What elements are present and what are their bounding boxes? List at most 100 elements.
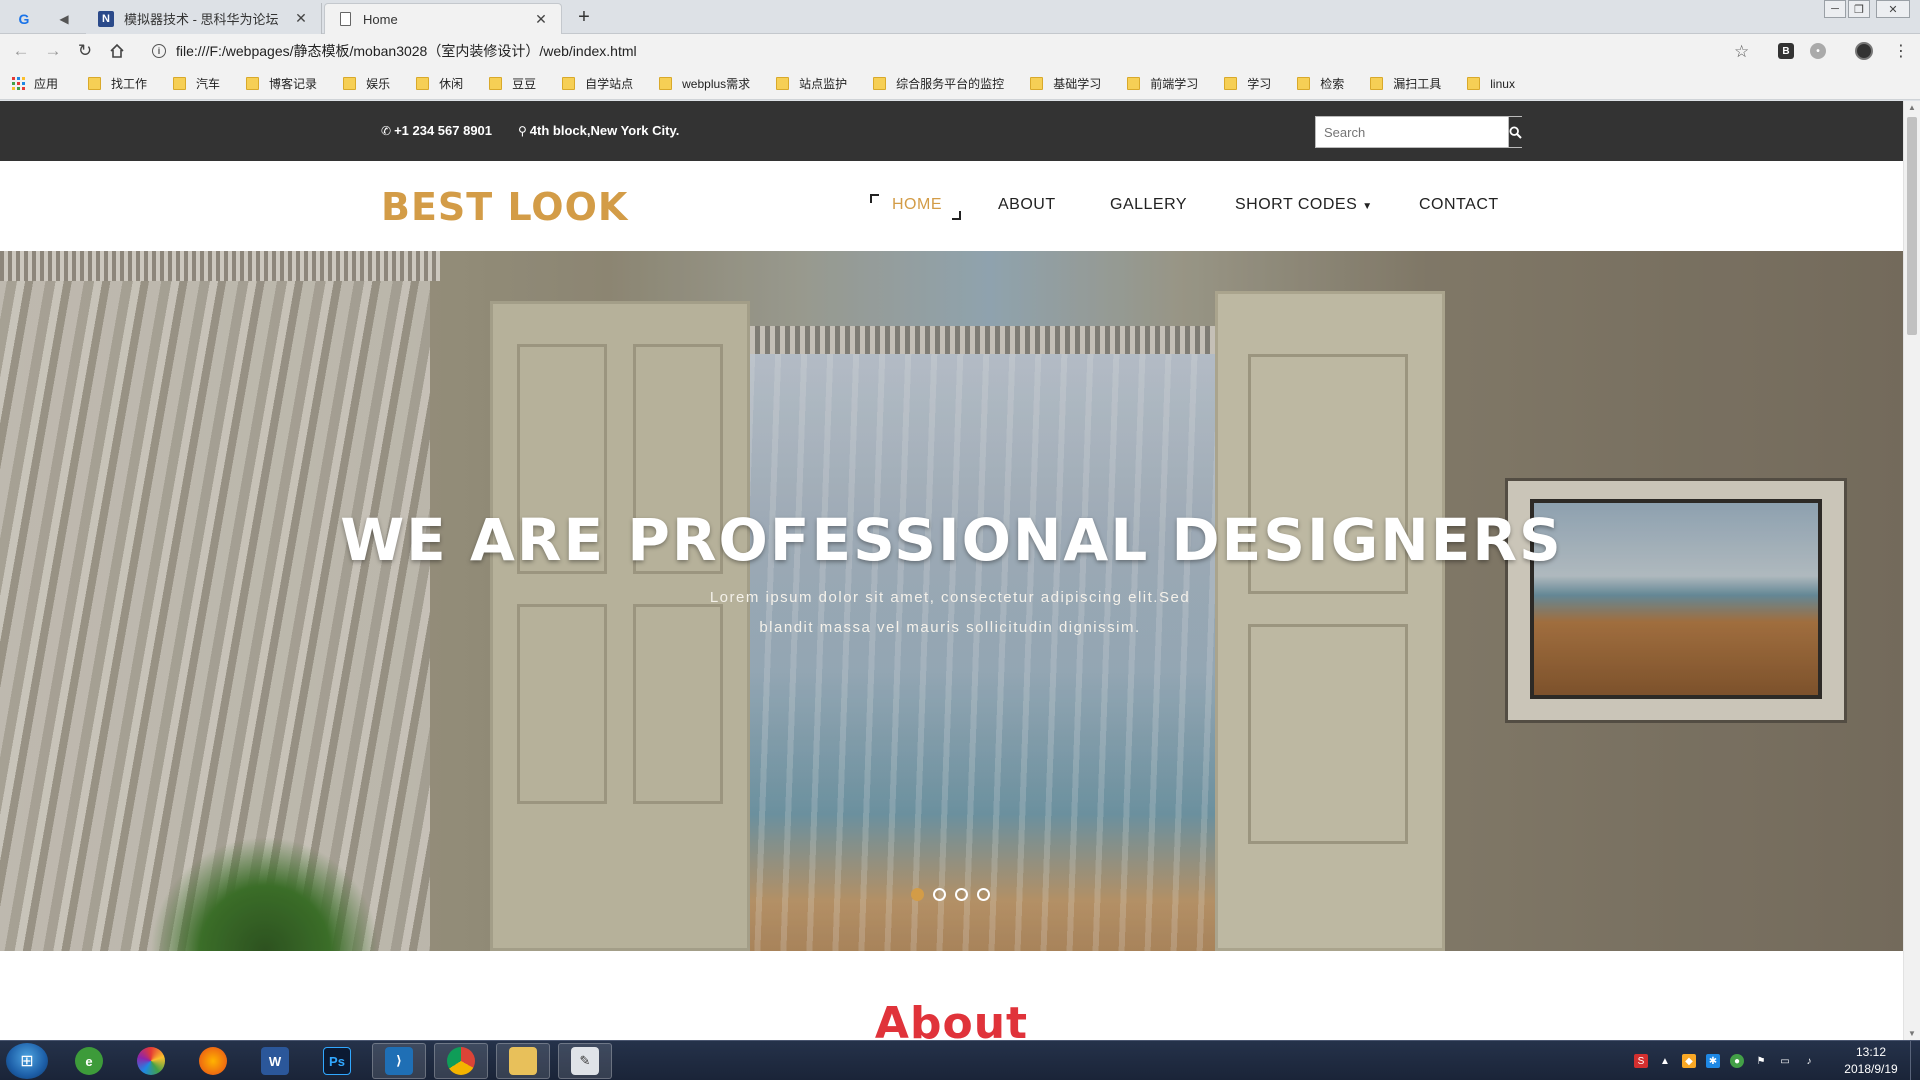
- menu-icon[interactable]: ⋮: [1893, 41, 1909, 61]
- nav-about[interactable]: ABOUT: [998, 196, 1056, 214]
- scroll-up-icon[interactable]: ▲: [1908, 103, 1916, 112]
- taskbar-app[interactable]: [496, 1043, 550, 1079]
- bookmark-label: 找工作: [111, 77, 148, 91]
- extension-icon[interactable]: •: [1810, 43, 1826, 59]
- taskbar-app[interactable]: W: [248, 1043, 302, 1079]
- bookmark-folder[interactable]: 汽车: [173, 75, 220, 92]
- slider-dot[interactable]: [933, 888, 946, 901]
- slider-dot[interactable]: [955, 888, 968, 901]
- slider-dot[interactable]: [911, 888, 924, 901]
- bookmark-label: 漏扫工具: [1393, 77, 1442, 91]
- home-icon: [110, 43, 124, 58]
- network-icon[interactable]: ▭: [1778, 1054, 1792, 1068]
- taskbar-app[interactable]: ⟩: [372, 1043, 426, 1079]
- page-scrollbar[interactable]: ▲ ▼: [1903, 101, 1920, 1040]
- bookmark-label: 应用: [34, 77, 59, 91]
- taskbar-app[interactable]: ✎: [558, 1043, 612, 1079]
- pinned-tab-audio[interactable]: ◀: [46, 4, 82, 34]
- scroll-down-icon[interactable]: ▼: [1908, 1029, 1916, 1038]
- folder-icon: [1127, 77, 1141, 90]
- nav-home[interactable]: HOME: [892, 196, 942, 214]
- taskbar-app[interactable]: [124, 1043, 178, 1079]
- bookmark-apps[interactable]: 应用: [12, 75, 58, 92]
- start-button[interactable]: ⊞: [6, 1043, 48, 1079]
- bookmark-folder[interactable]: 博客记录: [246, 75, 317, 92]
- folder-icon: [562, 77, 576, 90]
- show-desktop-button[interactable]: [1910, 1041, 1920, 1080]
- bookmark-folder[interactable]: 基础学习: [1030, 75, 1101, 92]
- scroll-thumb[interactable]: [1907, 117, 1917, 335]
- about-heading: About: [874, 998, 1029, 1040]
- new-tab-button[interactable]: +: [570, 5, 598, 29]
- extension-icon[interactable]: B: [1778, 43, 1794, 59]
- taskbar-app[interactable]: e: [62, 1043, 116, 1079]
- bookmark-folder[interactable]: 前端学习: [1127, 75, 1198, 92]
- profile-avatar[interactable]: [1855, 42, 1873, 60]
- taskbar-clock[interactable]: 13:12 2018/9/19: [1836, 1044, 1906, 1078]
- folder-icon: [246, 77, 260, 90]
- minimize-button[interactable]: ─: [1824, 0, 1846, 18]
- active-nav-corner: [870, 194, 879, 203]
- bookmark-label: 博客记录: [269, 77, 318, 91]
- browser-tab-strip: G ◀ N 模拟器技术 - 思科华为论坛 ✕ Home ✕ + ─ ❐ ✕: [0, 0, 1920, 34]
- bookmark-label: 站点监护: [799, 77, 848, 91]
- bookmark-folder[interactable]: 找工作: [88, 75, 147, 92]
- taskbar-app[interactable]: [186, 1043, 240, 1079]
- action-center-icon[interactable]: ⚑: [1754, 1054, 1768, 1068]
- nav-gallery[interactable]: GALLERY: [1110, 196, 1187, 214]
- tray-expand-icon[interactable]: ▲: [1658, 1054, 1672, 1068]
- paint-icon: ✎: [571, 1047, 599, 1075]
- bookmark-folder[interactable]: 站点监护: [776, 75, 847, 92]
- bookmark-folder[interactable]: webplus需求: [659, 75, 750, 92]
- chrome-icon: [447, 1047, 475, 1075]
- taskbar-app[interactable]: [434, 1043, 488, 1079]
- folder-icon: [1224, 77, 1238, 90]
- wechat-icon[interactable]: ●: [1730, 1054, 1744, 1068]
- tab-forum[interactable]: N 模拟器技术 - 思科华为论坛 ✕: [86, 3, 322, 34]
- bookmark-folder[interactable]: 豆豆: [489, 75, 536, 92]
- forward-button[interactable]: →: [40, 39, 66, 63]
- volume-icon[interactable]: ♪: [1802, 1054, 1816, 1068]
- taskbar-app[interactable]: Ps: [310, 1043, 364, 1079]
- folder-icon: [1467, 77, 1481, 90]
- pinned-tab-translate[interactable]: G: [6, 4, 42, 34]
- bookmark-folder[interactable]: 检索: [1297, 75, 1344, 92]
- bookmark-label: 学习: [1247, 77, 1272, 91]
- home-button[interactable]: [104, 39, 130, 63]
- contact-topbar: ✆ +1 234 567 8901 ⚲ 4th block,New York C…: [0, 101, 1903, 161]
- arrow-left-icon: ←: [12, 41, 30, 60]
- system-tray: S ▲ ◆ ✱ ● ⚑ ▭ ♪: [1634, 1041, 1816, 1080]
- bookmark-folder[interactable]: 综合服务平台的监控: [873, 75, 1004, 92]
- bookmark-star-icon[interactable]: ☆: [1734, 42, 1749, 62]
- bookmark-folder[interactable]: 自学站点: [562, 75, 633, 92]
- nav-contact[interactable]: CONTACT: [1419, 196, 1499, 214]
- slider-dot[interactable]: [977, 888, 990, 901]
- back-button[interactable]: ←: [8, 39, 34, 63]
- ime-icon[interactable]: S: [1634, 1054, 1648, 1068]
- bookmark-folder[interactable]: 娱乐: [343, 75, 390, 92]
- folder-icon: [489, 77, 503, 90]
- close-icon[interactable]: ✕: [533, 11, 549, 28]
- search-icon: [1509, 125, 1522, 139]
- bookmark-folder[interactable]: linux: [1467, 77, 1515, 91]
- address-bar[interactable]: i file:///F:/webpages/静态模板/moban3028（室内装…: [140, 38, 1760, 64]
- search-button[interactable]: [1508, 117, 1522, 147]
- bluetooth-icon[interactable]: ✱: [1706, 1054, 1720, 1068]
- tab-home[interactable]: Home ✕: [324, 3, 562, 34]
- reload-icon: ↻: [77, 41, 93, 60]
- bookmark-folder[interactable]: 休闲: [416, 75, 463, 92]
- security-icon[interactable]: ◆: [1682, 1054, 1696, 1068]
- info-icon[interactable]: i: [152, 44, 166, 58]
- close-icon[interactable]: ✕: [293, 10, 309, 27]
- folder-icon: [659, 77, 673, 90]
- maximize-button[interactable]: ❐: [1848, 0, 1870, 18]
- bookmark-folder[interactable]: 学习: [1224, 75, 1271, 92]
- caret-down-icon: ▼: [1362, 201, 1373, 212]
- nav-short-codes[interactable]: SHORT CODES ▼: [1235, 196, 1373, 214]
- bookmark-folder[interactable]: 漏扫工具: [1370, 75, 1441, 92]
- site-logo[interactable]: BEST LOOK: [381, 185, 628, 229]
- window-close-button[interactable]: ✕: [1876, 0, 1910, 18]
- bookmark-label: webplus需求: [682, 77, 751, 91]
- reload-button[interactable]: ↻: [72, 39, 98, 63]
- search-input[interactable]: [1316, 117, 1508, 147]
